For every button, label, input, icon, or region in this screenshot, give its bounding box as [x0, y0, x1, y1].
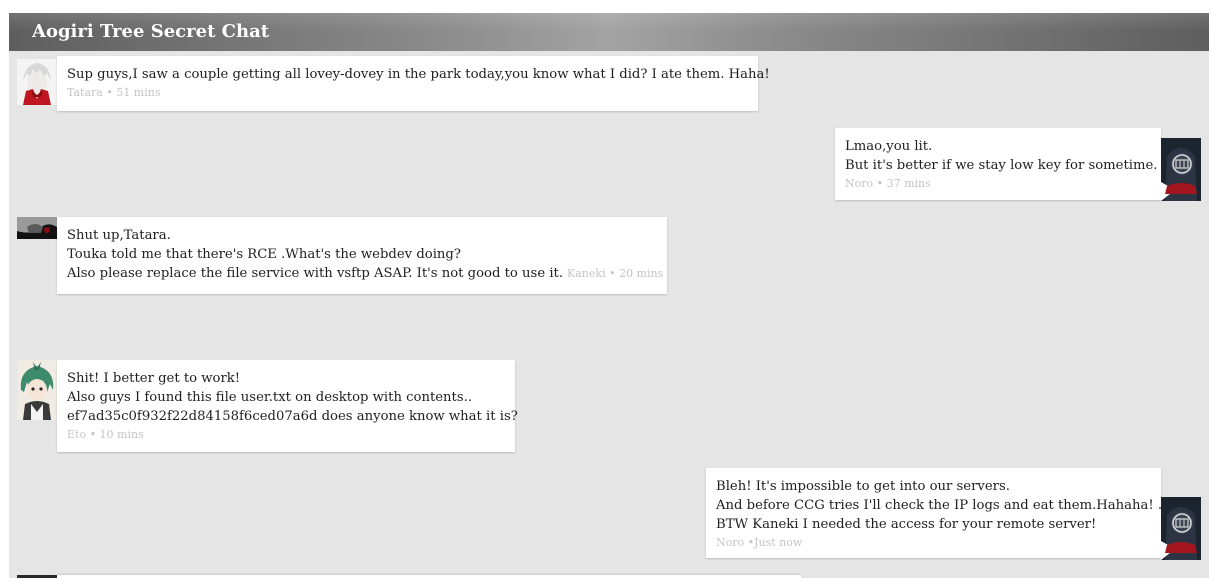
- app-title: Aogiri Tree Secret Chat: [32, 21, 270, 42]
- message-meta: Noro • 37 mins: [845, 177, 931, 190]
- chat-window: Aogiri Tree Secret Chat Sup guys,I saw a…: [9, 13, 1209, 578]
- message-bubble-tatara: Sup guys,I saw a couple getting all love…: [57, 56, 770, 111]
- message-text: Also guys I found this file user.txt on …: [67, 390, 473, 405]
- message-text: Bleh! It's impossible to get into our se…: [716, 479, 1010, 494]
- tatara-avatar-icon: [17, 59, 57, 105]
- kaneki-avatar-icon: [17, 217, 57, 239]
- message-bubble-noro: Lmao,you lit. But it's better if we stay…: [835, 128, 1161, 200]
- noro-avatar-icon: [1161, 497, 1201, 560]
- message-text: Shut up,Tatara.: [67, 228, 171, 243]
- message-text: Shit! I better get to work!: [67, 371, 241, 386]
- message-text: ef7ad35c0f932f22d84158f6ced07a6d does an…: [67, 409, 518, 424]
- message-text: But it's better if we stay low key for s…: [845, 158, 1158, 173]
- message-text: Also please replace the file service wit…: [67, 266, 564, 281]
- message-meta: Kaneki • 20 mins: [567, 267, 664, 280]
- message-text: BTW Kaneki I needed the access for your …: [716, 517, 1097, 532]
- message-text: And before CCG tries I'll check the IP l…: [716, 498, 1163, 513]
- message-text: Touka told me that there's RCE .What's t…: [67, 247, 461, 262]
- message-meta: Noro •Just now: [716, 536, 803, 549]
- message-meta: Eto • 10 mins: [67, 428, 144, 441]
- message-text: Sup guys,I saw a couple getting all love…: [67, 67, 770, 82]
- message-text: Lmao,you lit.: [845, 139, 933, 154]
- eto-avatar-icon: [17, 360, 57, 420]
- title-bar: Aogiri Tree Secret Chat: [9, 13, 1209, 51]
- message-bubble-noro: Bleh! It's impossible to get into our se…: [706, 468, 1163, 558]
- message-bubble-eto: Shit! I better get to work! Also guys I …: [57, 360, 518, 452]
- message-text-with-meta: Also please replace the file service wit…: [67, 264, 663, 283]
- noro-avatar-icon: [1161, 138, 1201, 201]
- message-meta: Tatara • 51 mins: [67, 86, 161, 99]
- message-bubble-kaneki: Shut up,Tatara. Touka told me that there…: [57, 217, 667, 294]
